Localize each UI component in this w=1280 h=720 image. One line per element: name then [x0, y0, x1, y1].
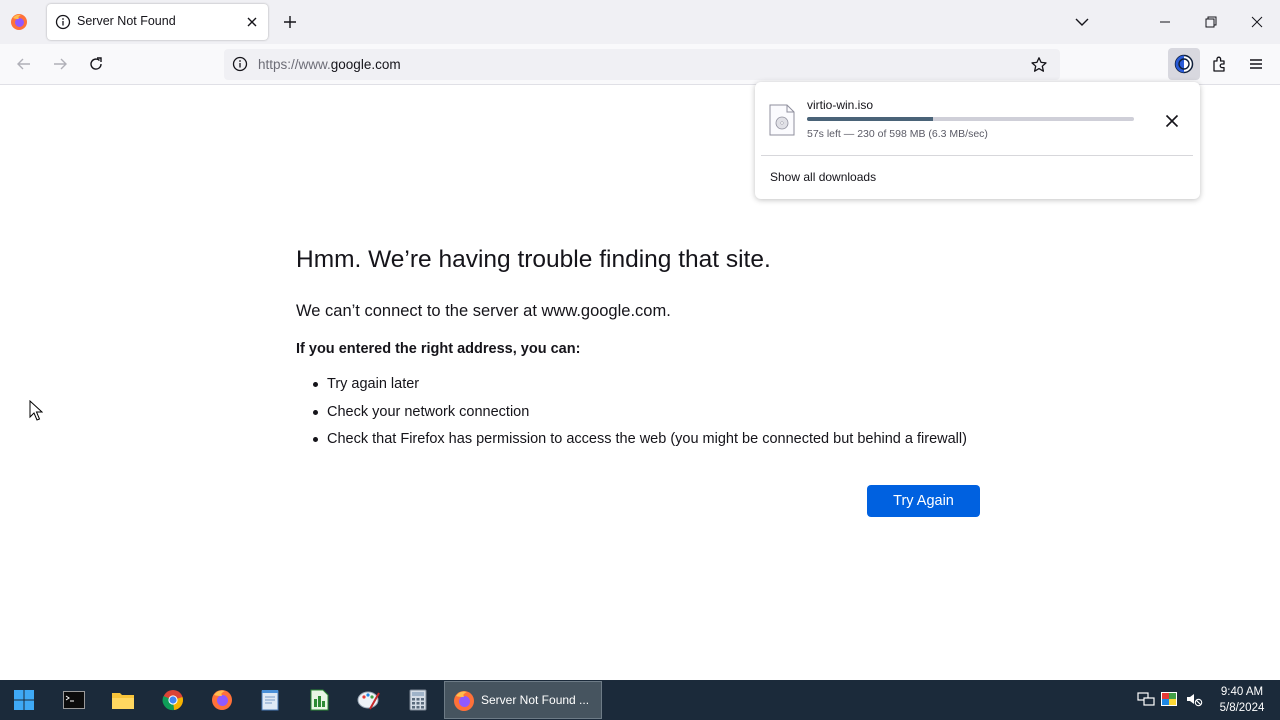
taskbar-terminal[interactable]	[58, 684, 90, 716]
puzzle-piece-icon	[1213, 56, 1225, 72]
taskbar: Server Not Found ... 9:40 AM 5/8/2024	[0, 680, 1280, 720]
volume-muted-icon[interactable]	[1185, 690, 1203, 708]
taskbar-firefox[interactable]	[206, 684, 238, 716]
suggestion-item: Check your network connection	[296, 402, 967, 430]
close-window-button[interactable]	[1234, 0, 1280, 44]
suggestion-list: Try again later Check your network conne…	[296, 374, 967, 457]
color-display-icon[interactable]	[1160, 690, 1178, 708]
url-scheme: https://www.	[258, 57, 331, 72]
back-arrow-icon	[17, 58, 30, 70]
taskbar-window-title: Server Not Found ...	[481, 693, 590, 707]
terminal-icon	[63, 691, 85, 709]
download-status: 57s left — 230 of 598 MB (6.3 MB/sec)	[807, 128, 988, 140]
tab-title: Server Not Found	[77, 14, 176, 28]
tab-server-not-found[interactable]: Server Not Found	[47, 4, 268, 40]
firefox-logo-icon[interactable]	[10, 13, 28, 31]
url-host: google.com	[330, 57, 401, 72]
firefox-icon	[212, 690, 232, 710]
url-bar[interactable]: https://www.google.com	[224, 49, 1060, 80]
try-again-button[interactable]: Try Again	[867, 485, 980, 517]
firefox-icon	[454, 691, 474, 711]
taskbar-chrome[interactable]	[157, 684, 189, 716]
close-icon	[1165, 114, 1179, 128]
site-info-icon[interactable]	[232, 56, 248, 72]
downloads-panel: virtio-win.iso 57s left — 230 of 598 MB …	[755, 82, 1200, 199]
notepad-icon	[261, 690, 279, 711]
taskbar-paint[interactable]	[353, 684, 385, 716]
download-progress-icon	[1174, 54, 1194, 74]
download-progress-bar	[807, 117, 1134, 121]
navigation-toolbar: https://www.google.com	[0, 44, 1280, 85]
error-suggestions-heading: If you entered the right address, you ca…	[296, 341, 581, 357]
app-menu-button[interactable]	[1244, 52, 1268, 76]
restore-button[interactable]	[1188, 0, 1234, 44]
clock-date: 5/8/2024	[1219, 702, 1265, 714]
clock-time: 9:40 AM	[1220, 686, 1264, 698]
divider	[761, 155, 1193, 156]
taskbar-active-window[interactable]: Server Not Found ...	[444, 681, 602, 719]
download-file-name[interactable]: virtio-win.iso	[807, 98, 873, 112]
cancel-download-button[interactable]	[1161, 110, 1183, 132]
info-icon	[55, 14, 71, 30]
start-button[interactable]	[8, 684, 40, 716]
tab-strip: Server Not Found	[0, 0, 1280, 44]
new-tab-icon[interactable]	[280, 12, 300, 32]
error-title: Hmm. We’re having trouble finding that s…	[296, 246, 771, 273]
close-tab-icon[interactable]	[243, 13, 261, 31]
taskbar-file-explorer[interactable]	[107, 684, 139, 716]
suggestion-item: Check that Firefox has permission to acc…	[296, 429, 967, 457]
start-icon	[14, 690, 34, 710]
restore-icon	[1205, 16, 1217, 28]
error-description: We can’t connect to the server at www.go…	[296, 302, 671, 320]
back-button[interactable]	[12, 52, 36, 76]
spreadsheet-icon	[310, 689, 329, 711]
paint-icon	[357, 691, 380, 710]
url-text[interactable]: https://www.google.com	[258, 57, 401, 72]
taskbar-spreadsheet[interactable]	[303, 684, 335, 716]
forward-arrow-icon	[54, 58, 67, 70]
reload-icon	[90, 57, 102, 70]
downloads-button[interactable]	[1168, 48, 1200, 80]
show-all-downloads-link[interactable]: Show all downloads	[770, 170, 876, 184]
list-all-tabs-icon[interactable]	[1072, 12, 1092, 32]
minimize-icon	[1160, 21, 1170, 23]
taskbar-calculator[interactable]	[402, 684, 434, 716]
download-progress-fill	[807, 117, 933, 121]
taskbar-notepad[interactable]	[254, 684, 286, 716]
suggestion-item: Try again later	[296, 374, 967, 402]
network-icon[interactable]	[1137, 690, 1155, 708]
calculator-icon	[409, 689, 427, 711]
bookmark-star-icon[interactable]	[1030, 56, 1048, 74]
file-explorer-icon	[112, 693, 134, 709]
chrome-icon	[162, 690, 183, 711]
system-clock[interactable]: 9:40 AM 5/8/2024	[1212, 684, 1272, 716]
extensions-button[interactable]	[1208, 52, 1232, 76]
file-icon	[769, 104, 795, 136]
mouse-cursor-icon	[29, 400, 43, 421]
hamburger-menu-icon	[1250, 59, 1262, 69]
minimize-button[interactable]	[1142, 0, 1188, 44]
close-icon	[1251, 16, 1263, 28]
forward-button[interactable]	[48, 52, 72, 76]
reload-button[interactable]	[84, 52, 108, 76]
